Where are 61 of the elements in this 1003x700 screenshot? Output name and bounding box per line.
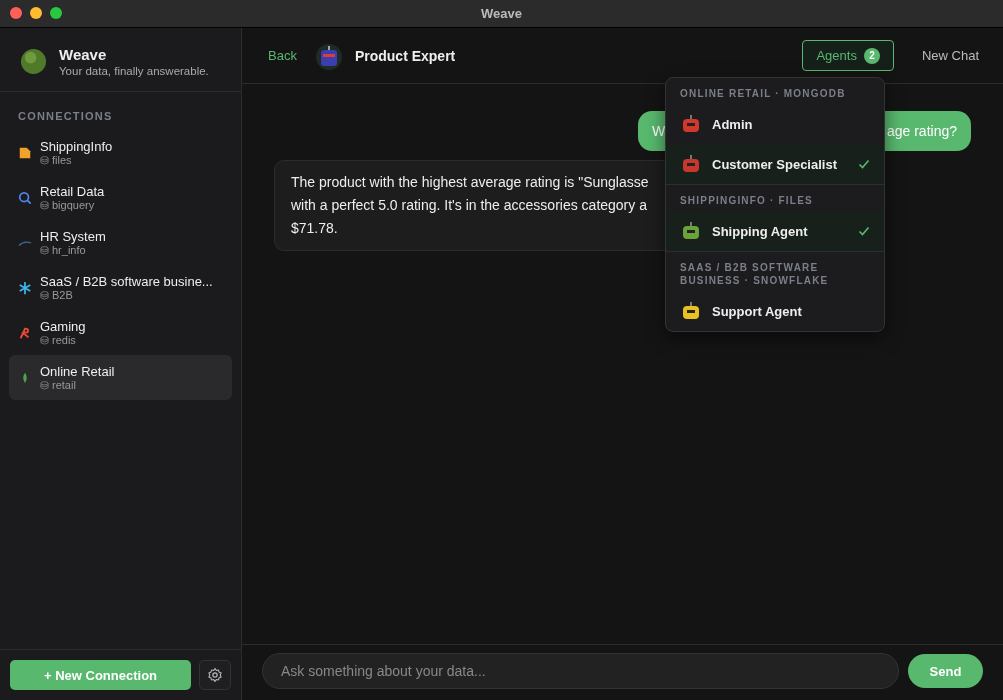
- connection-name: Gaming: [40, 319, 86, 334]
- agent-name: Customer Specialist: [712, 156, 838, 172]
- section-heading: CONNECTIONS: [17, 109, 114, 124]
- message-text: age rating?: [886, 123, 957, 139]
- database-icon: [40, 245, 49, 255]
- database-icon: [40, 200, 49, 210]
- agent-option[interactable]: Support Agent: [666, 291, 884, 331]
- database-icon: [40, 380, 49, 390]
- robot-avatar-icon: [314, 41, 343, 70]
- back-link[interactable]: Back: [268, 48, 297, 63]
- agent-option[interactable]: Admin: [666, 104, 884, 144]
- app-tagline: Your data, finally answerable.: [59, 65, 209, 77]
- message-input[interactable]: Ask something about your data...: [262, 653, 899, 689]
- group-heading: SAAS / B2B SOFTWARE BUSINESS · SNOWFLAKE: [679, 261, 830, 288]
- agent-option[interactable]: Customer Specialist: [666, 144, 884, 184]
- connection-source: retail: [40, 379, 115, 391]
- connection-name: ShippingInfo: [40, 139, 113, 154]
- connection-item[interactable]: Retail Data bigquery: [9, 175, 232, 220]
- globe-logo-icon: [20, 48, 47, 75]
- database-icon: [40, 155, 49, 165]
- database-icon: [40, 335, 49, 345]
- connection-name: SaaS / B2B software busine...: [40, 274, 213, 289]
- message-line: with a perfect 5.0 rating. It's in the accessories category a: [291, 196, 647, 215]
- letter-r-icon: [18, 325, 32, 340]
- agent-name: Shipping Agent: [712, 223, 809, 239]
- connection-item[interactable]: SaaS / B2B software busine... B2B: [9, 265, 232, 310]
- settings-icon: [207, 667, 223, 683]
- connection-name: HR System: [40, 229, 106, 244]
- minimize-icon[interactable]: [30, 7, 42, 19]
- group-heading: ONLINE RETAIL · MONGODB: [679, 87, 847, 101]
- window-title: Weave: [481, 6, 522, 21]
- message-text: W: [652, 123, 666, 139]
- agent-option[interactable]: Shipping Agent: [666, 211, 884, 251]
- connection-source: redis: [40, 334, 86, 346]
- app-name: Weave: [59, 46, 108, 63]
- agent-name: Product Expert: [354, 47, 456, 64]
- connection-item[interactable]: Gaming redis: [9, 310, 232, 355]
- message-line: $71.78.: [291, 219, 338, 238]
- connection-source: B2B: [40, 289, 213, 301]
- new-chat-button[interactable]: New Chat: [915, 47, 985, 64]
- file-icon: [18, 145, 32, 160]
- group-heading: SHIPPINGINFO · FILES: [679, 194, 814, 208]
- database-icon: [40, 290, 49, 300]
- connection-item[interactable]: ShippingInfo files: [9, 130, 232, 175]
- agents-button[interactable]: Agents 2: [802, 40, 894, 71]
- connection-source: files: [40, 154, 113, 166]
- zoom-icon[interactable]: [50, 7, 62, 19]
- connection-source: bigquery: [40, 199, 105, 211]
- close-icon[interactable]: [10, 7, 22, 19]
- agent-name: Admin: [712, 116, 754, 132]
- agent-name: Support Agent: [712, 303, 803, 319]
- connection-item[interactable]: HR System hr_info: [9, 220, 232, 265]
- connection-source: hr_info: [40, 244, 106, 256]
- settings-button[interactable]: [199, 660, 231, 690]
- snowflake-icon: [18, 280, 32, 295]
- count-badge: 2: [863, 47, 880, 64]
- message-line: The product with the highest average rating is "Sunglasse: [291, 173, 649, 192]
- connection-name: Online Retail: [40, 364, 115, 379]
- magnifier-icon: [18, 190, 32, 205]
- connection-item[interactable]: Online Retail retail: [9, 355, 232, 400]
- connection-name: Retail Data: [40, 184, 105, 199]
